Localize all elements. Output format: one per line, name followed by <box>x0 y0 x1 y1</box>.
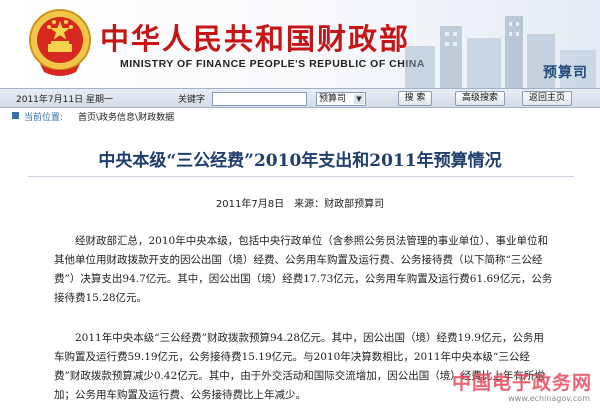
site-header: 中华人民共和国财政部 MINISTRY OF FINANCE PEOPLE'S … <box>0 0 600 88</box>
keyword-search-input[interactable] <box>212 92 307 106</box>
article-meta: 2011年7月8日 来源：财政部预算司 <box>215 199 385 210</box>
article-paragraph: 经财政部汇总，2010年中央本级，包括中央行政单位（含参照公务员法管理的事业单位… <box>54 235 553 304</box>
breadcrumb: 当前位置: 首页\政务信息\财政数据 <box>0 109 600 123</box>
national-emblem-icon <box>29 9 91 76</box>
site-title: 中华人民共和国财政部 <box>100 22 411 56</box>
keyword-label: 关键字 <box>178 95 206 105</box>
search-scope-select[interactable]: 预算司 ▼ <box>316 92 366 106</box>
watermark-url: www.echinagov.com <box>508 394 590 403</box>
breadcrumb-path[interactable]: 首页\政务信息\财政数据 <box>78 110 174 123</box>
top-toolbar: 2011年7月11日 星期一 关键字 预算司 ▼ 搜 索 高级搜索 返回主页 <box>0 88 600 108</box>
search-scope-value: 预算司 <box>319 94 347 104</box>
article-title: 中央本级“三公经费”2010年支出和2011年预算情况 <box>98 151 502 171</box>
return-home-button[interactable]: 返回主页 <box>522 91 572 106</box>
breadcrumb-label: 当前位置: <box>24 113 64 123</box>
chevron-down-icon: ▼ <box>354 94 364 104</box>
title-divider <box>28 176 574 177</box>
site-title-english: MINISTRY OF FINANCE PEOPLE'S REPUBLIC OF… <box>120 58 425 70</box>
location-square-icon <box>12 112 19 119</box>
advanced-search-button[interactable]: 高级搜索 <box>455 91 505 106</box>
current-date: 2011年7月11日 星期一 <box>16 95 113 105</box>
department-label: 预算司 <box>543 65 588 81</box>
search-button[interactable]: 搜 索 <box>398 91 432 106</box>
site-watermark: 中国电子政务网 <box>451 372 592 394</box>
